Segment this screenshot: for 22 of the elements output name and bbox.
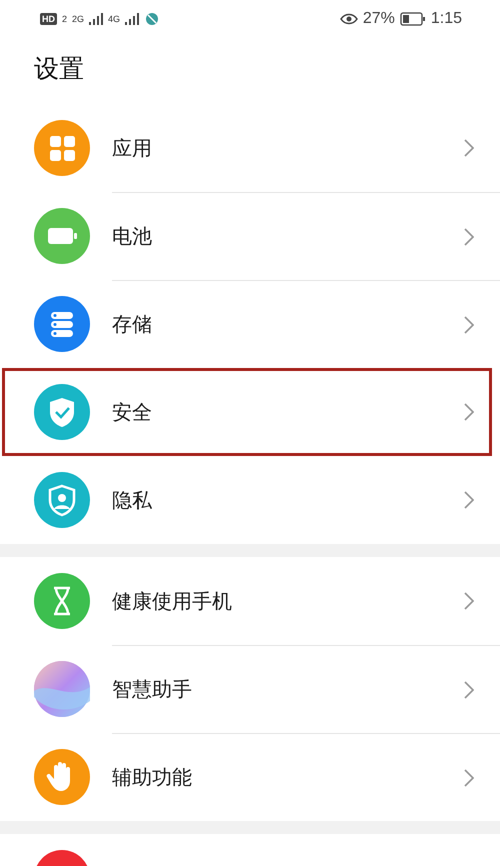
settings-row[interactable]: 电池 — [0, 192, 500, 280]
network-type: 4G — [108, 14, 120, 24]
setting-label: 应用 — [112, 134, 153, 162]
page-title: 设置 — [33, 52, 85, 84]
settings-row[interactable]: 应用 — [0, 104, 500, 192]
setting-label: 安全 — [112, 398, 153, 426]
settings-row[interactable]: 存储 — [0, 280, 500, 368]
highlighted-settings-row[interactable]: 安全 — [2, 368, 492, 456]
setting-label: 隐私 — [112, 486, 153, 514]
setting-label: 电池 — [112, 223, 153, 250]
settings-row[interactable]: 健康使用手机 — [0, 557, 500, 645]
sim-number: 2 — [62, 14, 68, 24]
settings-row[interactable]: 智慧助手 — [0, 645, 500, 733]
setting-label: 辅助功能 — [112, 764, 193, 791]
setting-label: 存储 — [112, 311, 153, 338]
settings-row[interactable]: 隐私 — [0, 456, 500, 544]
setting-label: 健康使用手机 — [112, 588, 233, 614]
network-type: 2G — [72, 14, 84, 24]
battery-percent: 27% — [362, 10, 395, 28]
setting-label: 智慧助手 — [112, 676, 193, 703]
clock: 1:15 — [430, 10, 462, 28]
hd-badge: HD — [40, 13, 57, 25]
